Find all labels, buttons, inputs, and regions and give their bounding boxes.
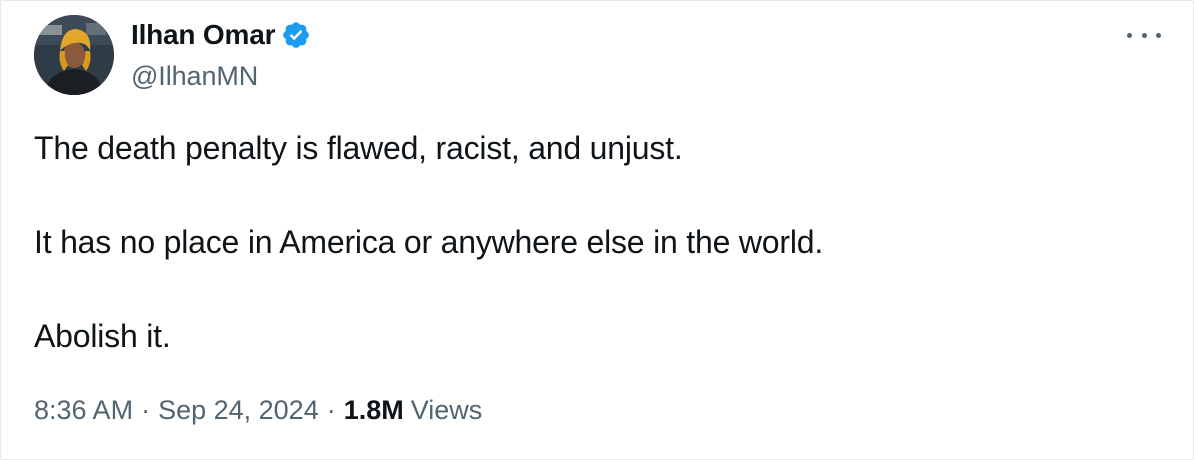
views-count[interactable]: 1.8M xyxy=(344,395,404,426)
more-dot xyxy=(1127,32,1132,38)
views-label[interactable]: Views xyxy=(411,395,483,426)
avatar[interactable] xyxy=(34,15,114,95)
meta-separator: · xyxy=(141,395,151,425)
tweet-meta: 8:36 AM · Sep 24, 2024 · 1.8M Views xyxy=(34,395,482,426)
meta-separator: · xyxy=(326,395,336,425)
author-name-row: Ilhan Omar xyxy=(131,17,311,53)
more-dot xyxy=(1141,32,1147,38)
more-dot xyxy=(1156,32,1161,38)
verified-badge-icon[interactable] xyxy=(281,20,311,50)
tweet-time[interactable]: 8:36 AM xyxy=(34,395,133,426)
tweet-paragraph: Abolish it. xyxy=(34,318,171,354)
more-options-icon[interactable] xyxy=(1127,25,1161,45)
author-handle[interactable]: @IlhanMN xyxy=(131,61,258,92)
avatar-image xyxy=(34,15,114,95)
tweet-card: Ilhan Omar @IlhanMN The death penalty is… xyxy=(0,0,1194,460)
tweet-text: The death penalty is flawed, racist, and… xyxy=(34,125,1154,360)
tweet-date[interactable]: Sep 24, 2024 xyxy=(158,395,319,426)
tweet-paragraph: The death penalty is flawed, racist, and… xyxy=(34,130,683,166)
tweet-paragraph: It has no place in America or anywhere e… xyxy=(34,224,824,260)
author-display-name[interactable]: Ilhan Omar xyxy=(131,19,275,51)
